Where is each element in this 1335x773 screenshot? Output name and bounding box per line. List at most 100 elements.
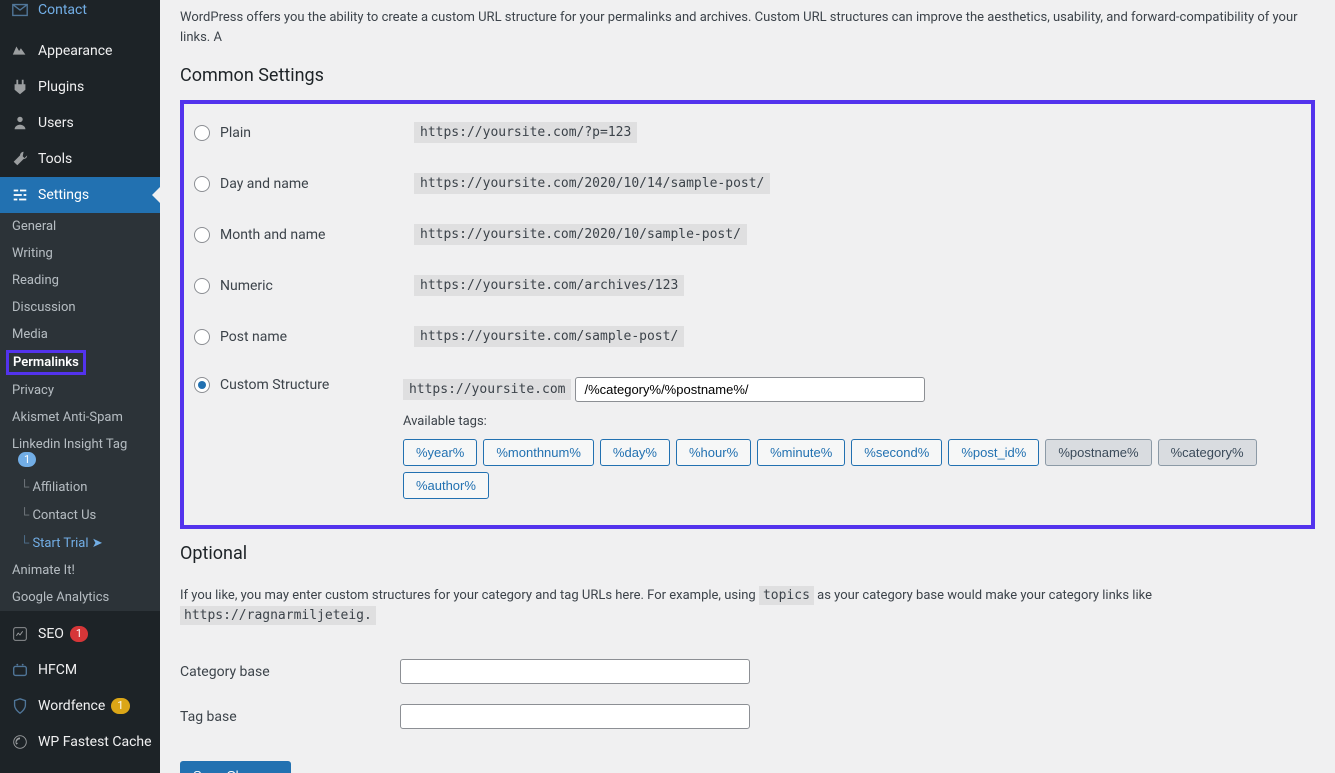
tag-monthnum[interactable]: %monthnum%	[483, 439, 594, 466]
available-tags-label: Available tags:	[403, 414, 1301, 429]
tag-year[interactable]: %year%	[403, 439, 477, 466]
menu-label: Plugins	[38, 79, 84, 95]
menu-plugins[interactable]: Plugins	[0, 69, 160, 105]
menu-wpfc[interactable]: WP Fastest Cache	[0, 724, 160, 760]
main-content: WordPress offers you the ability to crea…	[160, 0, 1335, 773]
submenu-affiliation[interactable]: └ Affiliation	[0, 473, 160, 501]
example-dayname: https://yoursite.com/2020/10/14/sample-p…	[414, 173, 770, 194]
save-button[interactable]: Save Changes	[180, 761, 291, 773]
option-custom[interactable]: Custom Structure	[194, 377, 403, 393]
submenu-animateit[interactable]: Animate It!	[0, 557, 160, 584]
custom-prefix: https://yoursite.com	[403, 379, 572, 400]
submenu-akismet[interactable]: Akismet Anti-Spam	[0, 404, 160, 431]
menu-label: Users	[38, 115, 74, 131]
submenu-discussion[interactable]: Discussion	[0, 294, 160, 321]
optional-description: If you like, you may enter custom struct…	[180, 578, 1315, 639]
submenu-ga[interactable]: Google Analytics	[0, 584, 160, 611]
wordfence-icon	[10, 696, 30, 716]
category-base-input[interactable]	[400, 659, 750, 684]
cache-icon	[10, 732, 30, 752]
option-plain-row: Plain https://yoursite.com/?p=123	[194, 122, 1301, 143]
radio-monthname[interactable]	[194, 227, 210, 243]
option-label: Month and name	[220, 227, 325, 243]
tools-icon	[10, 149, 30, 169]
menu-label: Settings	[38, 187, 89, 203]
submenu-general[interactable]: General	[0, 213, 160, 240]
option-label: Custom Structure	[220, 377, 329, 393]
plugins-icon	[10, 77, 30, 97]
category-base-label: Category base	[180, 664, 400, 680]
option-label: Post name	[220, 329, 287, 345]
submenu-media[interactable]: Media	[0, 321, 160, 348]
option-postname-row: Post name https://yoursite.com/sample-po…	[194, 326, 1301, 347]
custom-structure-block: https://yoursite.com Available tags: %ye…	[403, 377, 1301, 499]
tag-day[interactable]: %day%	[600, 439, 670, 466]
seo-icon	[10, 624, 30, 644]
option-dayname-row: Day and name https://yoursite.com/2020/1…	[194, 173, 1301, 194]
radio-dayname[interactable]	[194, 176, 210, 192]
menu-tools[interactable]: Tools	[0, 141, 160, 177]
submenu-contactus[interactable]: └ Contact Us	[0, 501, 160, 529]
appearance-icon	[10, 41, 30, 61]
option-label: Numeric	[220, 278, 273, 294]
tag-base-input[interactable]	[400, 704, 750, 729]
example-url-code: https://ragnarmiljeteig.	[180, 606, 376, 625]
tag-second[interactable]: %second%	[851, 439, 942, 466]
submenu-permalinks[interactable]: Permalinks	[6, 350, 86, 375]
option-label: Plain	[220, 125, 251, 141]
option-monthname[interactable]: Month and name	[194, 227, 414, 243]
submenu-privacy[interactable]: Privacy	[0, 377, 160, 404]
option-postname[interactable]: Post name	[194, 329, 414, 345]
users-icon	[10, 113, 30, 133]
submenu-writing[interactable]: Writing	[0, 240, 160, 267]
seo-badge: 1	[70, 626, 88, 642]
tag-author[interactable]: %author%	[403, 472, 489, 499]
common-settings-heading: Common Settings	[180, 65, 1315, 86]
option-numeric-row: Numeric https://yoursite.com/archives/12…	[194, 275, 1301, 296]
contact-icon	[10, 0, 30, 20]
menu-appearance[interactable]: Appearance	[0, 33, 160, 69]
option-label: Day and name	[220, 176, 309, 192]
menu-label: Appearance	[38, 43, 112, 59]
wordfence-badge: 1	[111, 698, 129, 714]
option-numeric[interactable]: Numeric	[194, 278, 414, 294]
submenu-reading[interactable]: Reading	[0, 267, 160, 294]
option-plain[interactable]: Plain	[194, 125, 414, 141]
example-monthname: https://yoursite.com/2020/10/sample-post…	[414, 224, 747, 245]
tag-post_id[interactable]: %post_id%	[948, 439, 1039, 466]
menu-wordfence[interactable]: Wordfence 1	[0, 688, 160, 724]
tag-minute[interactable]: %minute%	[757, 439, 845, 466]
tag-base-label: Tag base	[180, 709, 400, 725]
menu-contact[interactable]: Contact	[0, 0, 160, 28]
radio-plain[interactable]	[194, 125, 210, 141]
linkedin-badge: 1	[18, 452, 36, 467]
tag-base-row: Tag base	[180, 704, 1315, 729]
current-arrow-icon	[152, 187, 160, 203]
custom-structure-input[interactable]	[575, 377, 925, 402]
optional-heading: Optional	[180, 543, 1315, 564]
menu-label: SEO	[38, 626, 64, 642]
example-numeric: https://yoursite.com/archives/123	[414, 275, 684, 296]
submenu-linkedin[interactable]: Linkedin Insight Tag 1	[0, 431, 160, 473]
option-custom-row: Custom Structure https://yoursite.com Av…	[194, 377, 1301, 499]
radio-custom[interactable]	[194, 377, 210, 393]
option-dayname[interactable]: Day and name	[194, 176, 414, 192]
tag-hour[interactable]: %hour%	[676, 439, 751, 466]
admin-sidebar: Contact Appearance Plugins Users Tools S…	[0, 0, 160, 773]
menu-seo[interactable]: SEO 1	[0, 616, 160, 652]
menu-users[interactable]: Users	[0, 105, 160, 141]
radio-postname[interactable]	[194, 329, 210, 345]
tag-postname[interactable]: %postname%	[1045, 439, 1151, 466]
menu-label: Wordfence	[38, 698, 105, 714]
submenu-starttrial[interactable]: └ Start Trial ➤	[0, 529, 160, 557]
menu-label: Tools	[38, 151, 72, 167]
category-base-row: Category base	[180, 659, 1315, 684]
tags-row: %year%%monthnum%%day%%hour%%minute%%seco…	[403, 439, 1301, 499]
permalink-intro: WordPress offers you the ability to crea…	[180, 0, 1315, 61]
menu-label: HFCM	[38, 662, 77, 678]
option-monthname-row: Month and name https://yoursite.com/2020…	[194, 224, 1301, 245]
tag-category[interactable]: %category%	[1158, 439, 1257, 466]
radio-numeric[interactable]	[194, 278, 210, 294]
menu-hfcm[interactable]: HFCM	[0, 652, 160, 688]
menu-settings[interactable]: Settings	[0, 177, 160, 213]
